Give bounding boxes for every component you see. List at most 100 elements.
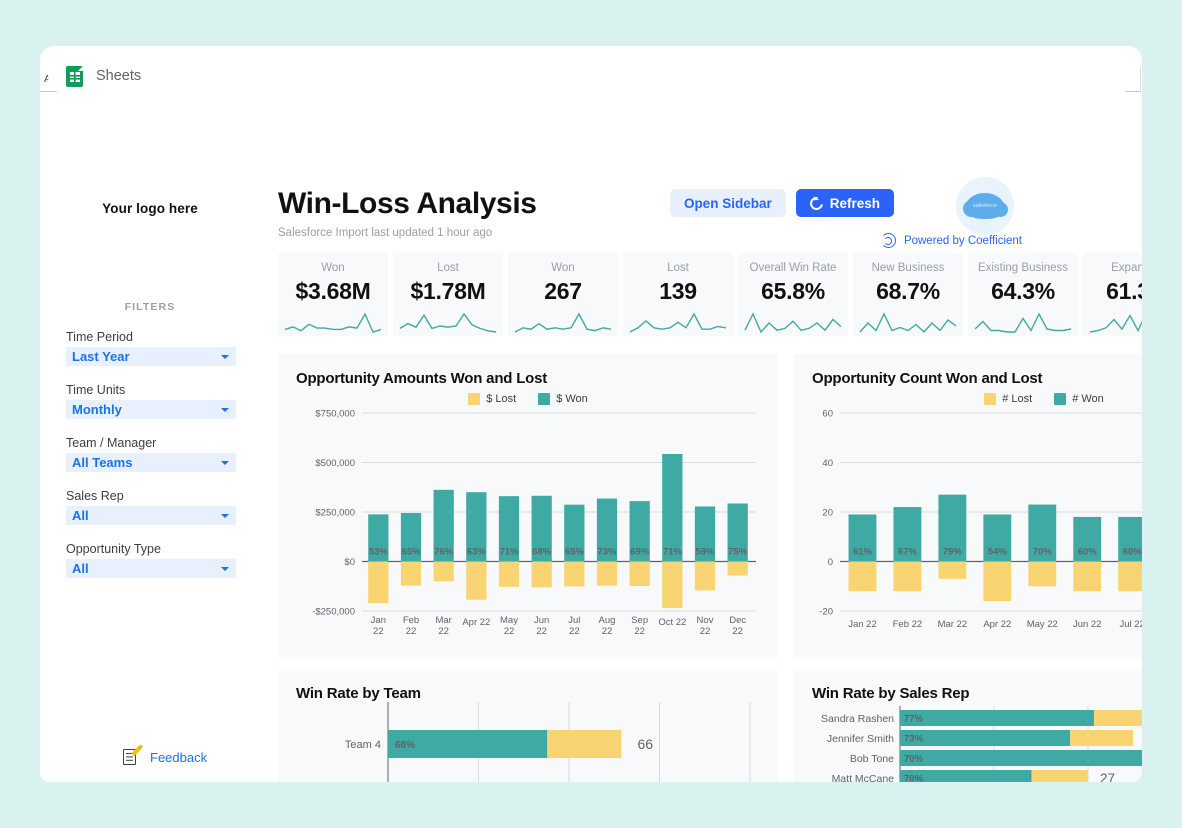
legend-item-won: # Won [1054,393,1104,405]
chart-row-top: Opportunity Amounts Won and Lost $ Lost … [278,354,1142,657]
filter-time-units-select[interactable]: Monthly [66,400,236,419]
chevron-down-icon [221,566,229,571]
kpi-label: Existing Business [977,262,1069,274]
omnibar[interactable]: Sheets [48,58,1134,94]
category-label: Team 4 [345,739,381,751]
bar-total-label: 66 [637,736,653,752]
bar-group: 76% [433,489,454,582]
filter-time-period-select[interactable]: Last Year [66,347,236,366]
panel-opportunity-count: Opportunity Count Won and Lost # Lost # … [794,354,1142,657]
x-axis-tick: Jan 22 [848,619,877,630]
legend-label: $ Won [556,393,588,405]
filter-team-manager: Team / Manager All Teams [66,419,236,472]
kpi-sparkline [629,312,727,333]
x-axis-tick: Apr 22 [983,619,1011,630]
bar-total-label: 27 [1100,771,1115,782]
kpi-label: Won [321,262,345,274]
bar-percent-label: 68% [395,740,415,751]
bar-percent-label: 77% [904,714,924,725]
dashboard-header: Win-Loss Analysis Salesforce Import last… [278,177,1142,249]
bar-value-label: 71% [663,547,683,558]
chevron-down-icon [221,354,229,359]
x-axis-tick: Sep [631,615,648,626]
y-axis-tick: 40 [822,458,833,469]
bar-value-label: 53% [369,547,389,558]
bar-value-label: 67% [898,547,918,558]
x-axis-tick: Aug [599,615,616,626]
win-rate-by-sales-rep-chart: Sandra Rashen77%31Jennifer Smith73%30Bob… [821,706,1142,782]
opportunity-amounts-chart: -$250,000 $0 $250,000 $500,000 $750,000 53% Ja… [312,409,756,637]
filter-team-manager-select[interactable]: All Teams [66,453,236,472]
cloud-icon: salesforce [963,193,1008,219]
y-axis-tick: -$250,000 [312,607,355,618]
bar-value-label: 63% [467,547,487,558]
filter-label: Opportunity Type [66,542,161,556]
dashboard-main: Win-Loss Analysis Salesforce Import last… [260,129,1142,782]
kpi-value: 139 [659,278,697,304]
filter-time-period: Time Period Last Year [66,313,236,366]
bar-value-label: 76% [434,547,454,558]
chart-title: Opportunity Amounts Won and Lost [296,370,548,387]
feedback-link[interactable]: Feedback [123,745,208,766]
bar-group: 60% [1118,516,1142,592]
kpi-card: Lost $1.78M [393,253,503,336]
chart-row-bottom: Win Rate by Team Team 4 68% 66 Win Rate by… [278,671,1142,782]
x-axis-tick: Mar [435,615,451,626]
bar-value-label: 69% [630,547,650,558]
sales-rep-bar-row: Bob Tone 70% [850,750,1142,766]
chevron-down-icon [221,460,229,465]
screenshot-root: Your logo here FILTERS Time Period Last … [0,0,1182,828]
kpi-sparkline [859,312,957,334]
bar-value-label: 60% [1078,547,1098,558]
x-axis-tick: 22 [732,626,743,637]
bar-group: 70% [1028,504,1057,587]
kpi-sparkline [514,312,612,333]
bar-group: 68% [531,495,552,588]
refresh-button[interactable]: Refresh [795,189,894,217]
chart-title: Opportunity Count Won and Lost [812,370,1043,387]
bar-group: 61% [848,514,877,592]
x-axis-tick: Nov [697,615,714,626]
kpi-sparkline [744,312,842,334]
bar-group: 73% [596,498,618,586]
kpi-label: Expansion [1111,262,1142,274]
filter-sales-rep-select[interactable]: All [66,506,236,525]
x-axis-tick: 22 [504,626,515,637]
kpi-card: Expansion 61.3% [1083,253,1142,336]
bar-group: 53% [368,514,389,604]
bar-value-label: 75% [728,547,748,558]
category-label: Sandra Rashen [821,713,894,725]
kpi-label: Overall Win Rate [749,262,837,274]
filter-opportunity-type: Opportunity Type All [66,525,236,578]
kpi-card: Won $3.68M [278,253,388,336]
bar-group: 59% [694,506,716,591]
y-axis-tick: $0 [344,557,355,568]
x-axis-tick: 22 [438,626,449,637]
powered-by-label: Powered by Coefficient [903,234,1022,247]
kpi-label: New Business [871,262,945,274]
bar-value-label: 68% [532,547,552,558]
kpi-value: 65.8% [761,278,825,304]
legend-item-won: $ Won [538,393,588,405]
bar-value-label: 65% [401,547,421,558]
x-axis-tick: Jan [371,615,386,626]
filters-sidebar: Your logo here FILTERS Time Period Last … [40,129,260,782]
filter-opportunity-type-select[interactable]: All [66,559,236,578]
feedback-label: Feedback [150,749,208,765]
x-axis-tick: 22 [536,626,547,637]
y-axis-tick: 60 [822,409,833,420]
filter-label: Time Period [66,330,133,344]
coefficient-icon [880,233,896,248]
legend-item-lost: # Lost [984,393,1032,405]
chart-legend: # Lost # Won [812,393,1142,405]
x-axis-tick: 22 [406,626,417,637]
powered-by-coefficient[interactable]: Powered by Coefficient [880,233,1022,248]
kpi-card: Existing Business 64.3% [968,253,1078,336]
kpi-strip: Won $3.68M Lost $1.78M Won 267 Lost 139 Overall … [278,253,1142,336]
chart-title: Win Rate by Sales Rep [812,685,970,702]
bar-group: 65% [400,512,422,586]
legend-swatch-won [1054,393,1067,405]
bar-value-label: 70% [1033,547,1053,558]
x-axis-tick: Jun 22 [1073,619,1102,630]
open-sidebar-button[interactable]: Open Sidebar [669,189,786,217]
